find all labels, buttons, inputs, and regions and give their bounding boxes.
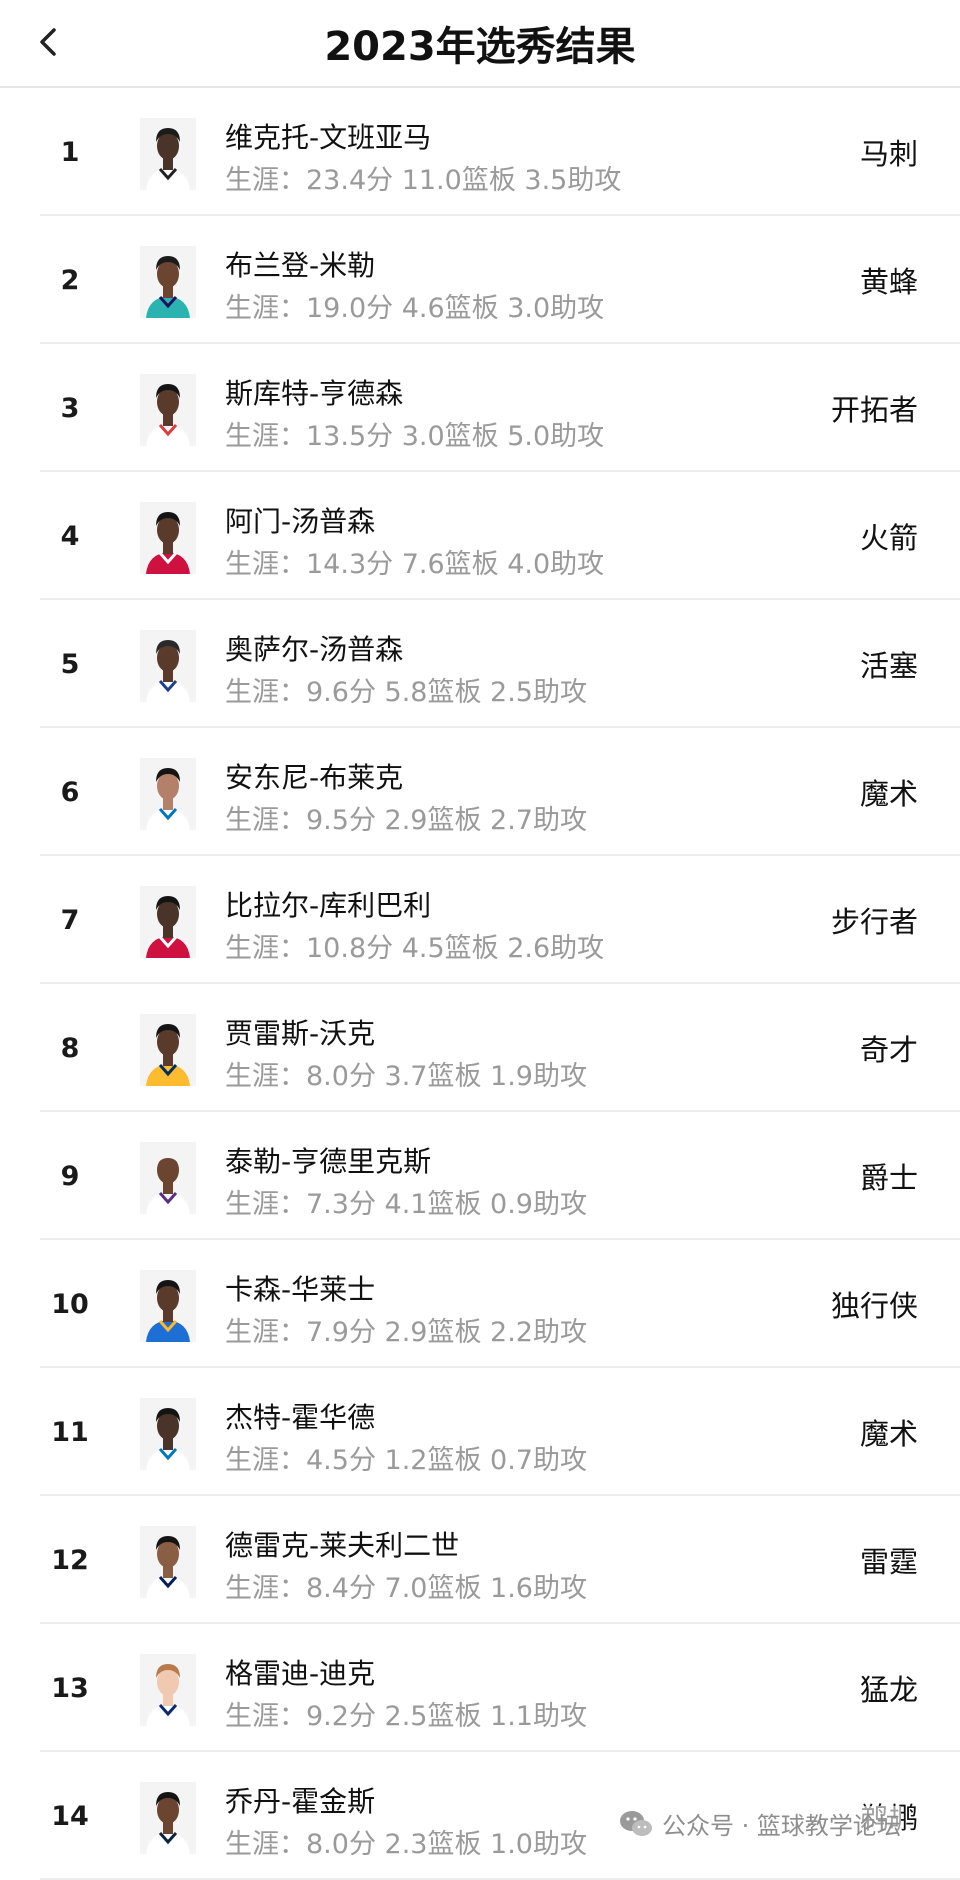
career-stats: 生涯：7.9分 2.9篮板 2.2助攻 (225, 1317, 587, 1348)
career-stats: 生涯：8.4分 7.0篮板 1.6助攻 (225, 1573, 587, 1604)
career-stats: 生涯：10.8分 4.5篮板 2.6助攻 (225, 933, 605, 964)
player-avatar (140, 374, 196, 446)
career-stats: 生涯：13.5分 3.0篮板 5.0助攻 (225, 421, 605, 452)
player-avatar (140, 1014, 196, 1086)
player-name: 德雷克-莱夫利二世 (225, 1529, 460, 1562)
team-name: 火箭 (859, 521, 918, 555)
draft-pick-row[interactable]: 3 斯库特-亨德森生涯：13.5分 3.0篮板 5.0助攻 开拓者 (40, 344, 960, 472)
team-name: 猛龙 (859, 1673, 918, 1707)
pick-number: 2 (60, 264, 80, 296)
draft-pick-row[interactable]: 2 布兰登-米勒生涯：19.0分 4.6篮板 3.0助攻 黄蜂 (40, 216, 960, 344)
pick-number: 14 (51, 1800, 89, 1832)
player-avatar (140, 886, 196, 958)
player-avatar (140, 758, 196, 830)
pick-number: 1 (60, 136, 80, 168)
player-name: 杰特-霍华德 (225, 1401, 376, 1434)
draft-pick-row[interactable]: 7 比拉尔-库利巴利生涯：10.8分 4.5篮板 2.6助攻 步行者 (40, 856, 960, 984)
player-avatar (140, 1654, 196, 1726)
pick-number: 10 (51, 1288, 89, 1320)
team-name: 魔术 (859, 777, 918, 811)
draft-pick-row[interactable]: 9 泰勒-亨德里克斯生涯：7.3分 4.1篮板 0.9助攻 爵士 (40, 1112, 960, 1240)
career-stats: 生涯：8.0分 3.7篮板 1.9助攻 (225, 1061, 587, 1092)
player-avatar (140, 1782, 196, 1854)
pick-number: 9 (60, 1160, 80, 1192)
wechat-icon (620, 1810, 652, 1836)
team-name: 马刺 (859, 137, 918, 171)
player-avatar (140, 118, 196, 190)
career-stats: 生涯：8.0分 2.3篮板 1.0助攻 (225, 1829, 587, 1860)
pick-number: 3 (60, 392, 80, 424)
page-title: 2023年选秀结果 (324, 24, 636, 70)
pick-number: 13 (51, 1672, 89, 1704)
draft-pick-row[interactable]: 11 杰特-霍华德生涯：4.5分 1.2篮板 0.7助攻 魔术 (40, 1368, 960, 1496)
pick-number: 11 (51, 1416, 89, 1448)
top-bar: 2023年选秀结果 (0, 0, 960, 88)
team-name: 魔术 (859, 1417, 918, 1451)
career-stats: 生涯：4.5分 1.2篮板 0.7助攻 (225, 1445, 587, 1476)
player-name: 卡森-华莱士 (225, 1273, 376, 1306)
career-stats: 生涯：19.0分 4.6篮板 3.0助攻 (225, 293, 605, 324)
pick-number: 4 (60, 520, 80, 552)
career-stats: 生涯：9.6分 5.8篮板 2.5助攻 (225, 677, 587, 708)
pick-number: 5 (60, 648, 80, 680)
draft-pick-row[interactable]: 6 安东尼-布莱克生涯：9.5分 2.9篮板 2.7助攻 魔术 (40, 728, 960, 856)
player-name: 维克托-文班亚马 (225, 121, 432, 154)
team-name: 黄蜂 (859, 265, 918, 299)
team-name: 开拓者 (830, 393, 918, 427)
player-name: 比拉尔-库利巴利 (225, 889, 432, 922)
team-name: 爵士 (859, 1161, 918, 1195)
career-stats: 生涯：9.2分 2.5篮板 1.1助攻 (225, 1701, 587, 1732)
career-stats: 生涯：23.4分 11.0篮板 3.5助攻 (225, 165, 622, 196)
player-avatar (140, 1526, 196, 1598)
team-name: 奇才 (859, 1033, 918, 1067)
player-name: 格雷迪-迪克 (225, 1657, 376, 1690)
player-name: 贾雷斯-沃克 (225, 1017, 376, 1050)
draft-pick-row[interactable]: 8 贾雷斯-沃克生涯：8.0分 3.7篮板 1.9助攻 奇才 (40, 984, 960, 1112)
team-name: 步行者 (830, 905, 918, 939)
player-name: 奥萨尔-汤普森 (225, 633, 404, 666)
draft-pick-list: 1 维克托-文班亚马 生涯：23.4分 11.0篮板 3.5助攻 马刺 2 布兰登-米勒生… (0, 88, 960, 1880)
player-name: 安东尼-布莱克 (225, 761, 404, 794)
draft-pick-row[interactable]: 13 格雷迪-迪克生涯：9.2分 2.5篮板 1.1助攻 猛龙 (40, 1624, 960, 1752)
watermark: 公众号 · 篮球教学论坛 (618, 1806, 901, 1841)
player-name: 斯库特-亨德森 (225, 377, 404, 410)
career-stats: 生涯：9.5分 2.9篮板 2.7助攻 (225, 805, 587, 836)
player-name: 阿门-汤普森 (225, 505, 376, 538)
pick-number: 6 (60, 776, 80, 808)
team-name: 独行侠 (830, 1289, 918, 1323)
player-avatar (140, 1398, 196, 1470)
player-avatar (140, 1270, 196, 1342)
draft-pick-row[interactable]: 12 德雷克-莱夫利二世生涯：8.4分 7.0篮板 1.6助攻 雷霆 (40, 1496, 960, 1624)
draft-pick-row[interactable]: 5 奥萨尔-汤普森生涯：9.6分 5.8篮板 2.5助攻 活塞 (40, 600, 960, 728)
player-avatar (140, 1142, 196, 1214)
player-name: 乔丹-霍金斯 (225, 1785, 376, 1818)
pick-number: 12 (51, 1544, 89, 1576)
watermark-text: 公众号 · 篮球教学论坛 (662, 1812, 901, 1840)
player-name: 泰勒-亨德里克斯 (225, 1145, 432, 1178)
draft-pick-row[interactable]: 10 卡森-华莱士生涯：7.9分 2.9篮板 2.2助攻 独行侠 (40, 1240, 960, 1368)
pick-number: 8 (60, 1032, 80, 1064)
career-stats: 生涯：7.3分 4.1篮板 0.9助攻 (225, 1189, 587, 1220)
team-name: 活塞 (859, 649, 918, 683)
player-name: 布兰登-米勒 (225, 249, 376, 282)
pick-number: 7 (60, 904, 80, 936)
player-avatar (140, 246, 196, 318)
player-avatar (140, 502, 196, 574)
player-avatar (140, 630, 196, 702)
draft-pick-row[interactable]: 4 阿门-汤普森生涯：14.3分 7.6篮板 4.0助攻 火箭 (40, 472, 960, 600)
career-stats: 生涯：14.3分 7.6篮板 4.0助攻 (225, 549, 605, 580)
team-name: 雷霆 (859, 1545, 918, 1579)
draft-pick-row[interactable]: 1 维克托-文班亚马生涯：23.4分 11.0篮板 3.5助攻 马刺 (40, 88, 960, 216)
